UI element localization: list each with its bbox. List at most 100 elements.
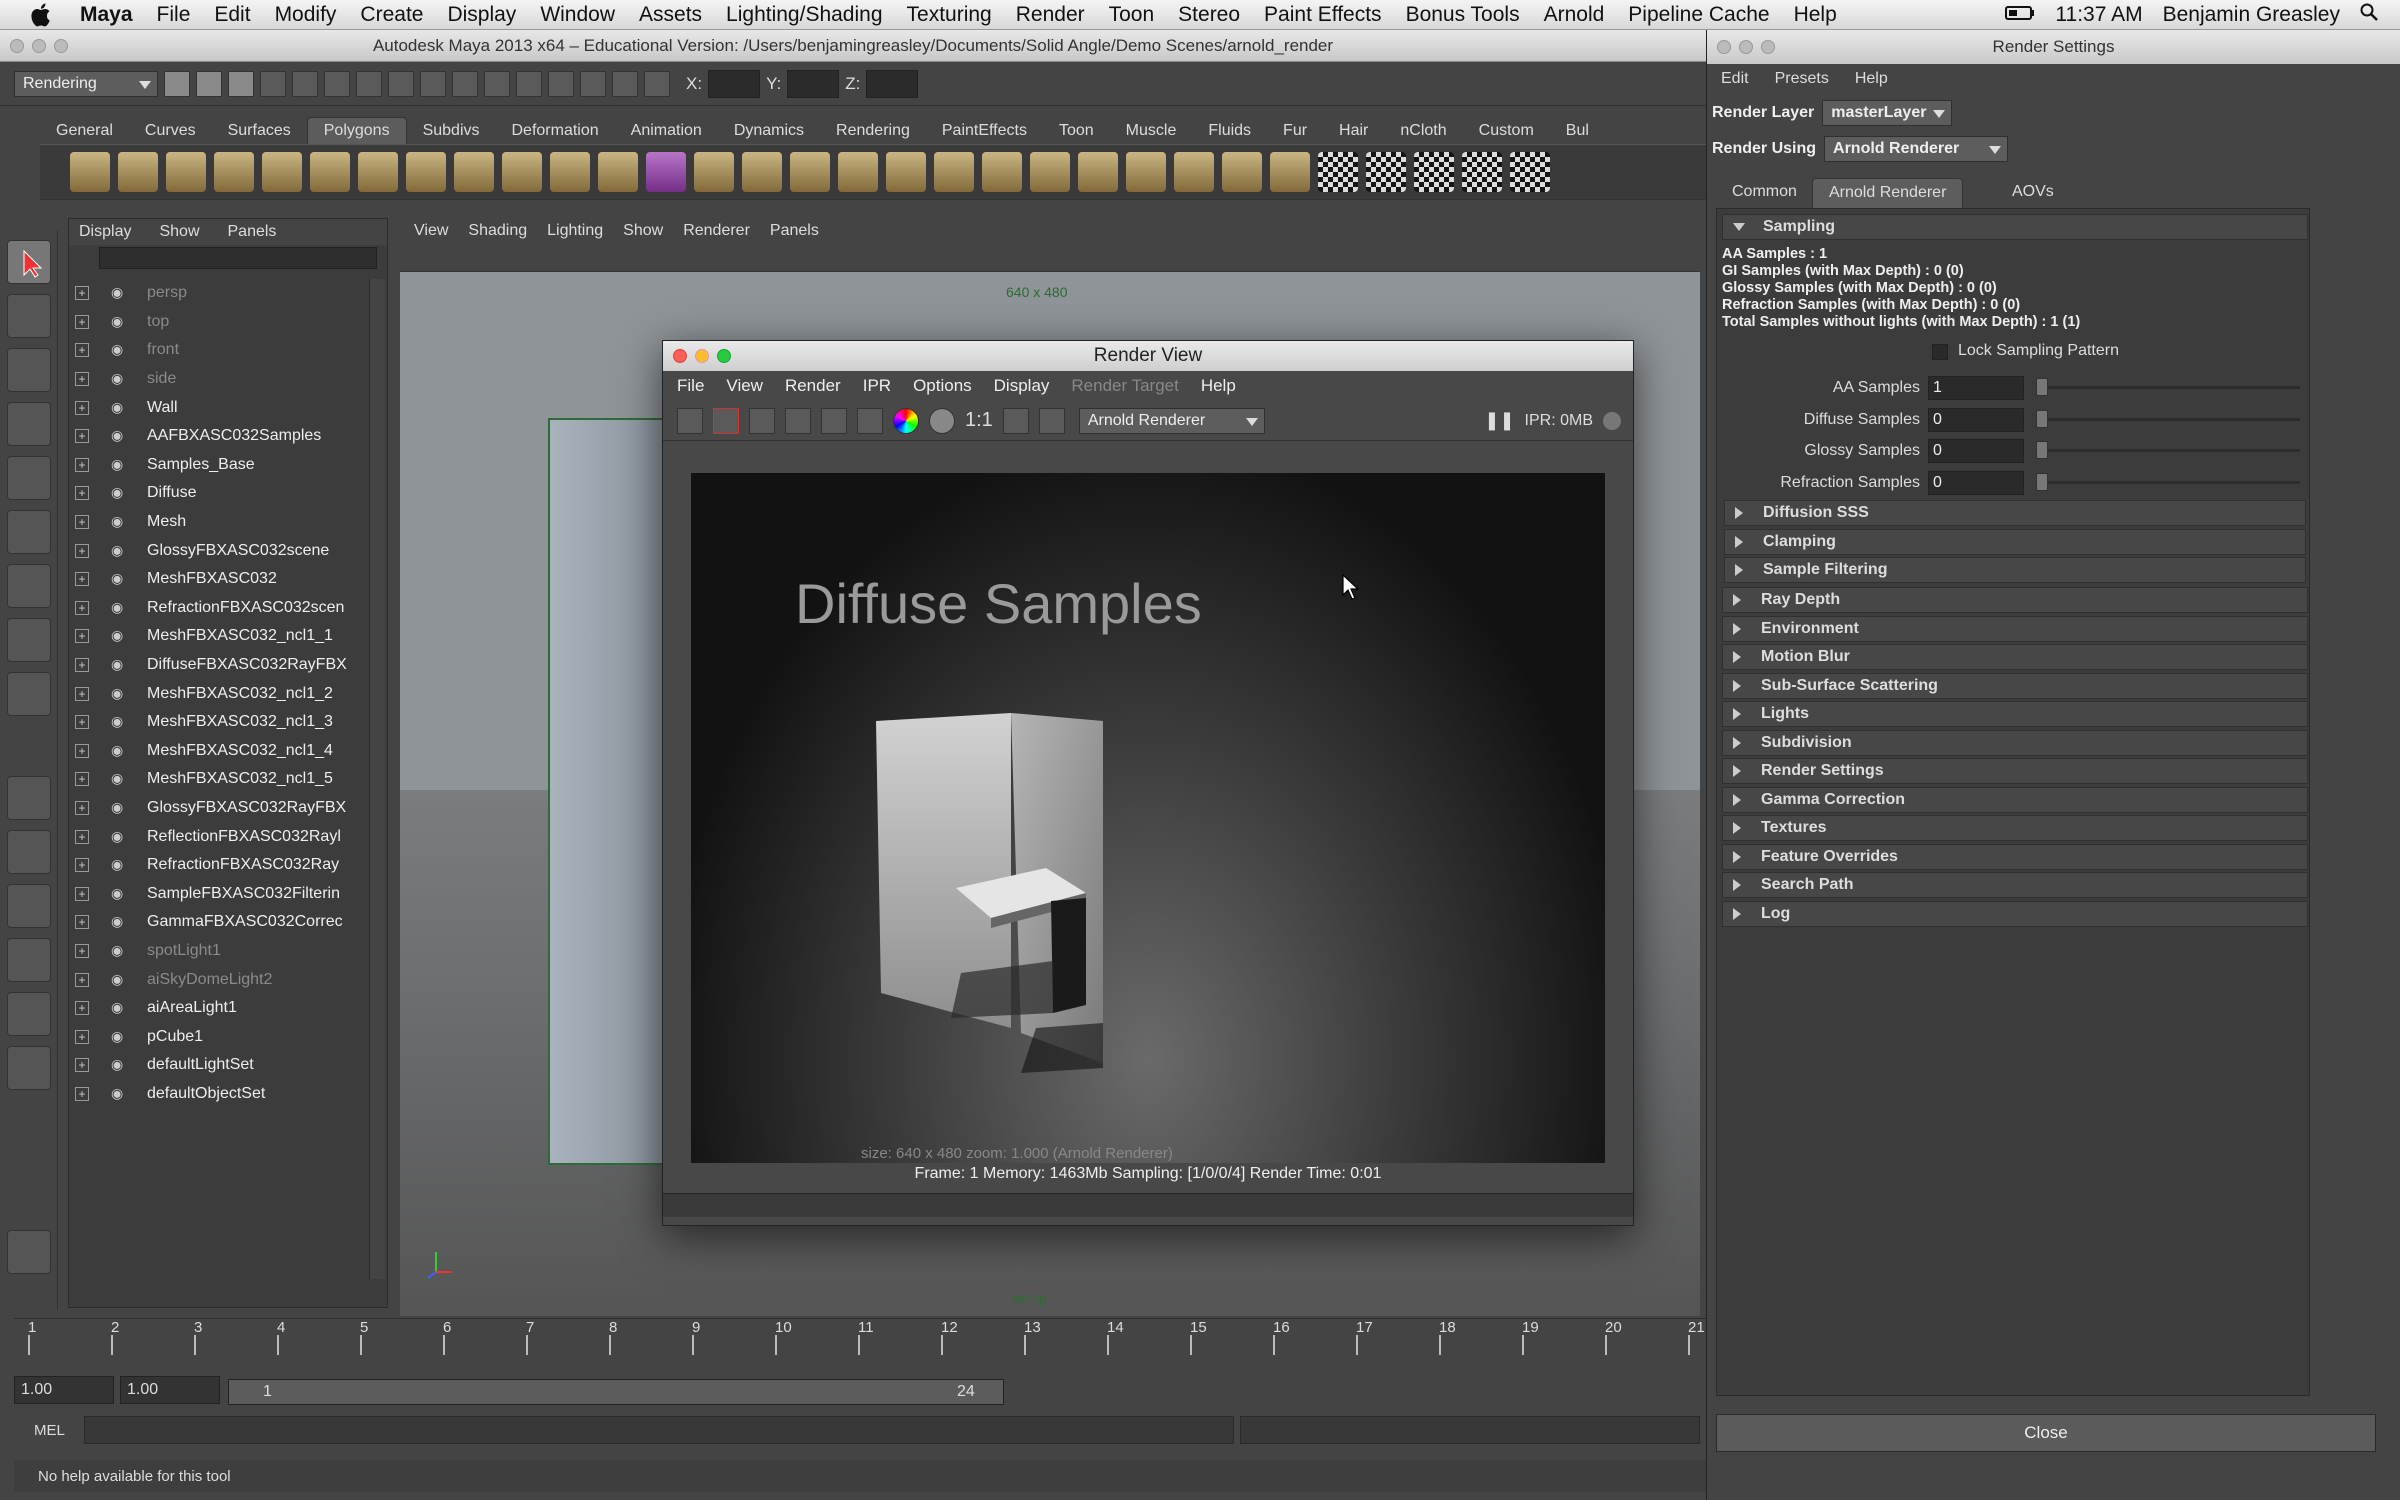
append-icon[interactable]	[790, 152, 830, 192]
outliner-scrollbar[interactable]	[369, 279, 385, 1279]
render-settings-icon[interactable]	[580, 70, 606, 97]
mel-label[interactable]: MEL	[34, 1422, 65, 1439]
expand-icon[interactable]: +	[75, 943, 89, 958]
expand-icon[interactable]: +	[75, 515, 89, 530]
poly-torus-icon[interactable]	[310, 152, 350, 192]
rv-menu-render-target[interactable]: Render Target	[1071, 376, 1178, 396]
separate-icon[interactable]	[550, 152, 590, 192]
section-motion-blur[interactable]: Motion Blur	[1722, 644, 2308, 670]
menu-create[interactable]: Create	[348, 3, 435, 27]
menu-assets[interactable]: Assets	[627, 3, 714, 27]
render-using-dropdown[interactable]: Arnold Renderer	[1824, 136, 2009, 162]
rv-menu-ipr[interactable]: IPR	[863, 376, 891, 396]
menu-help[interactable]: Help	[1782, 3, 1849, 27]
viewport-menu-view[interactable]: View	[414, 222, 448, 240]
expand-icon[interactable]: +	[75, 743, 89, 758]
render-view-controls[interactable]	[673, 349, 731, 363]
open-scene-icon[interactable]	[196, 70, 222, 97]
expand-icon[interactable]: +	[75, 1001, 89, 1016]
outliner-layout-icon[interactable]	[6, 884, 51, 928]
menu-arnold[interactable]: Arnold	[1532, 3, 1617, 27]
render-frame-icon[interactable]	[516, 70, 542, 97]
mirror-icon[interactable]	[1222, 152, 1262, 192]
expand-icon[interactable]: +	[75, 1058, 89, 1073]
render-view-zoom-icon[interactable]	[717, 349, 731, 363]
rv-menu-file[interactable]: File	[677, 376, 704, 396]
menu-display[interactable]: Display	[435, 3, 528, 27]
expand-icon[interactable]: +	[75, 457, 89, 472]
expand-icon[interactable]: +	[75, 800, 89, 815]
rs-minimize-icon[interactable]	[1739, 40, 1753, 54]
planar-mapping-icon[interactable]	[1270, 152, 1310, 192]
range-slider[interactable]: 1 24	[228, 1379, 1004, 1405]
outliner-item[interactable]: + ◉ SampleFBXASC032Filterin	[69, 879, 369, 908]
graph-layout-icon[interactable]	[6, 938, 51, 982]
menu-maya[interactable]: Maya	[68, 3, 145, 27]
menu-file[interactable]: File	[145, 3, 203, 27]
section-search-path[interactable]: Search Path	[1722, 872, 2308, 898]
snap-point-icon[interactable]	[420, 70, 446, 97]
rs-menu-help[interactable]: Help	[1855, 70, 1888, 88]
poly-cylinder-icon[interactable]	[166, 152, 206, 192]
input-line-icon[interactable]	[644, 70, 670, 97]
render-view-close-icon[interactable]	[673, 349, 687, 363]
sampling-attr-field[interactable]: 0	[1928, 470, 2024, 495]
outliner-menu-show[interactable]: Show	[159, 223, 199, 241]
sampling-attr-field[interactable]: 0	[1928, 407, 2024, 432]
outliner-item[interactable]: + ◉ defaultObjectSet	[69, 1080, 369, 1109]
outliner-item[interactable]: + ◉ aiAreaLight1	[69, 994, 369, 1023]
menu-edit[interactable]: Edit	[202, 3, 262, 27]
poly-plane-icon[interactable]	[262, 152, 302, 192]
refresh-ipr-icon[interactable]	[821, 407, 847, 434]
merge-icon[interactable]	[1030, 152, 1070, 192]
paint-select-tool-icon[interactable]	[6, 348, 51, 392]
rv-menu-display[interactable]: Display	[994, 376, 1050, 396]
poly-cube-icon[interactable]	[118, 152, 158, 192]
outliner-item[interactable]: + ◉ persp	[69, 279, 369, 308]
section-textures[interactable]: Textures	[1722, 815, 2308, 841]
expand-icon[interactable]: +	[75, 886, 89, 901]
outliner-item[interactable]: + ◉ MeshFBXASC032_ncl1_1	[69, 622, 369, 651]
time-slider[interactable]: 1 2 3 4 5 6 7 8 9 10 11 12 13 14 15 16 17 18 19 20 21	[14, 1318, 1706, 1358]
rs-menu-edit[interactable]: Edit	[1721, 70, 1749, 88]
render-image[interactable]: Diffuse Samples size: 640 x 480 zoom: 1.…	[691, 473, 1605, 1163]
select-object-icon[interactable]	[292, 70, 318, 97]
extrude-icon[interactable]	[694, 152, 734, 192]
section-render-settings[interactable]: Render Settings	[1722, 758, 2308, 784]
zoom-window-icon[interactable]	[54, 39, 68, 53]
bevel-icon[interactable]	[982, 152, 1022, 192]
outliner-menu-display[interactable]: Display	[79, 223, 131, 241]
rv-menu-render[interactable]: Render	[785, 376, 841, 396]
sampling-attr-slider-track[interactable]	[2044, 417, 2300, 421]
viewport-toolbar[interactable]	[400, 244, 1700, 272]
quadrangulate-icon[interactable]	[1174, 152, 1214, 192]
snap-grid-icon[interactable]	[356, 70, 382, 97]
section-sampling[interactable]: Sampling	[1722, 214, 2308, 240]
select-component-icon[interactable]	[324, 70, 350, 97]
ipr-icon[interactable]	[785, 407, 811, 434]
snap-curve-icon[interactable]	[388, 70, 414, 97]
menu-render[interactable]: Render	[1004, 3, 1097, 27]
menu-texturing[interactable]: Texturing	[895, 3, 1004, 27]
shelf-tab-painteffects[interactable]: PaintEffects	[926, 118, 1043, 144]
outliner-item[interactable]: + ◉ MeshFBXASC032_ncl1_4	[69, 737, 369, 766]
rs-zoom-icon[interactable]	[1761, 40, 1775, 54]
outliner-item[interactable]: + ◉ AAFBXASC032Samples	[69, 422, 369, 451]
viewport-menu-renderer[interactable]: Renderer	[683, 222, 750, 240]
section-diffusion-sss[interactable]: Diffusion SSS	[1724, 500, 2306, 526]
menu-stereo[interactable]: Stereo	[1166, 3, 1252, 27]
outliner-item[interactable]: + ◉ pCube1	[69, 1022, 369, 1051]
redo-render-icon[interactable]	[677, 407, 703, 434]
section-clamping[interactable]: Clamping	[1724, 528, 2306, 555]
section-environment[interactable]: Environment	[1722, 615, 2308, 642]
sampling-attr-field[interactable]: 1	[1928, 376, 2024, 400]
section-feature-overrides[interactable]: Feature Overrides	[1722, 843, 2308, 870]
shelf-tab-curves[interactable]: Curves	[129, 118, 212, 144]
outliner-item[interactable]: + ◉ ReflectionFBXASC032Rayl	[69, 822, 369, 851]
rv-menu-options[interactable]: Options	[913, 376, 972, 396]
rs-close-icon[interactable]	[1717, 40, 1731, 54]
real-size-label[interactable]: 1:1	[965, 409, 993, 432]
tab-common[interactable]: Common	[1716, 178, 1813, 208]
window-controls[interactable]	[10, 39, 68, 53]
expand-icon[interactable]: +	[75, 572, 89, 587]
